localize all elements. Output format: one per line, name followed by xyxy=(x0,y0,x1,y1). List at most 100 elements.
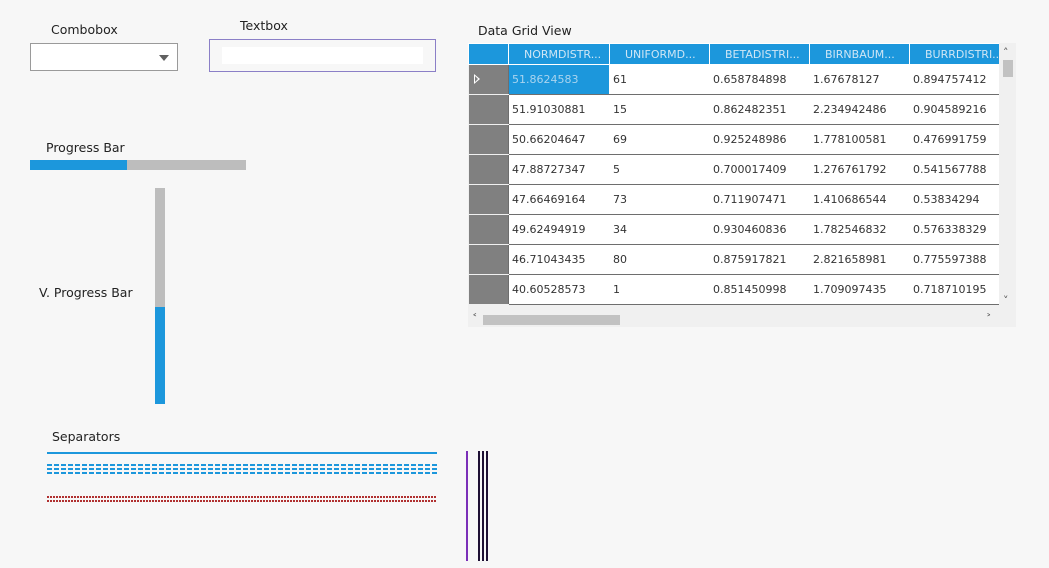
combobox[interactable] xyxy=(30,43,178,71)
table-row[interactable]: 47.88727347 5 0.700017409 1.276761792 0.… xyxy=(468,154,999,185)
table-cell[interactable]: 61 xyxy=(609,64,710,95)
table-cell[interactable]: 2.821658981 xyxy=(809,244,910,275)
table-cell[interactable]: 0.718710195 xyxy=(909,274,999,305)
column-header-label: BURRDISTRI... xyxy=(925,47,999,61)
separator-dashed xyxy=(47,464,437,466)
column-header-label: BIRNBAUM... xyxy=(825,47,895,61)
row-header[interactable] xyxy=(468,94,509,125)
current-row-icon xyxy=(473,74,480,84)
table-cell[interactable]: 0.925248986 xyxy=(709,124,810,155)
table-cell[interactable]: 1 xyxy=(609,274,710,305)
row-header[interactable] xyxy=(468,184,509,215)
vertical-separator-purple xyxy=(466,451,468,561)
table-cell[interactable]: 46.71043435 xyxy=(508,244,610,275)
separator-dotted xyxy=(47,500,437,502)
table-cell[interactable]: 0.53834294 xyxy=(909,184,999,215)
row-header[interactable] xyxy=(468,244,509,275)
scroll-up-icon[interactable]: ˄ xyxy=(1003,47,1009,58)
table-row[interactable]: 40.60528573 1 0.851450998 1.709097435 0.… xyxy=(468,274,999,305)
row-header[interactable] xyxy=(468,124,509,155)
table-row[interactable]: 49.62494919 34 0.930460836 1.782546832 0… xyxy=(468,214,999,245)
table-cell[interactable]: 1.276761792 xyxy=(809,154,910,185)
table-cell[interactable]: 1.410686544 xyxy=(809,184,910,215)
column-header[interactable]: BIRNBAUM... xyxy=(809,43,910,65)
data-grid-view[interactable]: NORMDISTR... UNIFORMD... BETADISTRI... B… xyxy=(468,43,1016,327)
vertical-separator-dark xyxy=(486,451,488,561)
textbox-label: Textbox xyxy=(240,18,288,33)
table-cell[interactable]: 0.576338329 xyxy=(909,214,999,245)
table-cell[interactable]: 47.66469164 xyxy=(508,184,610,215)
table-row[interactable]: 50.66204647 69 0.925248986 1.778100581 0… xyxy=(468,124,999,155)
column-header-label: BETADISTRI... xyxy=(725,47,800,61)
column-header[interactable]: BURRDISTRI... xyxy=(909,43,999,65)
column-header[interactable]: BETADISTRI... xyxy=(709,43,810,65)
vertical-scrollbar-thumb[interactable] xyxy=(1003,60,1013,77)
table-row[interactable]: 46.71043435 80 0.875917821 2.821658981 0… xyxy=(468,244,999,275)
table-cell[interactable]: 0.658784898 xyxy=(709,64,810,95)
table-cell[interactable]: 47.88727347 xyxy=(508,154,610,185)
table-cell[interactable]: 5 xyxy=(609,154,710,185)
horizontal-scrollbar[interactable]: ˂ ˃ xyxy=(468,310,999,327)
table-cell[interactable]: 0.476991759 xyxy=(909,124,999,155)
row-header[interactable] xyxy=(468,64,509,95)
column-header-label: NORMDISTR... xyxy=(524,47,602,61)
table-cell[interactable]: 0.862482351 xyxy=(709,94,810,125)
table-cell[interactable]: 2.234942486 xyxy=(809,94,910,125)
table-cell[interactable]: 34 xyxy=(609,214,710,245)
table-cell[interactable]: 40.60528573 xyxy=(508,274,610,305)
table-cell[interactable]: 1.709097435 xyxy=(809,274,910,305)
row-header[interactable] xyxy=(468,154,509,185)
separator-dashed xyxy=(47,468,437,470)
table-cell[interactable]: 0.700017409 xyxy=(709,154,810,185)
vertical-progress-bar xyxy=(155,188,165,404)
progress-bar xyxy=(30,160,246,170)
table-cell[interactable]: 0.711907471 xyxy=(709,184,810,215)
vertical-separator-dark xyxy=(478,451,480,561)
table-cell[interactable]: 51.8624583 xyxy=(508,64,610,95)
vertical-scrollbar[interactable]: ˄ ˅ xyxy=(999,43,1016,310)
table-cell[interactable]: 69 xyxy=(609,124,710,155)
vertical-separator-dark xyxy=(482,451,484,561)
table-cell[interactable]: 15 xyxy=(609,94,710,125)
table-cell[interactable]: 1.778100581 xyxy=(809,124,910,155)
scroll-down-icon[interactable]: ˅ xyxy=(1003,295,1009,306)
scroll-left-icon[interactable]: ˂ xyxy=(472,313,478,324)
scroll-right-icon[interactable]: ˃ xyxy=(986,313,992,324)
table-cell[interactable]: 0.851450998 xyxy=(709,274,810,305)
table-row[interactable]: 51.8624583 61 0.658784898 1.67678127 0.8… xyxy=(468,64,999,95)
horizontal-scrollbar-thumb[interactable] xyxy=(483,315,620,325)
v-progress-bar-label: V. Progress Bar xyxy=(39,285,133,300)
textbox-input[interactable] xyxy=(222,47,423,64)
chevron-down-icon[interactable] xyxy=(159,55,169,61)
row-header[interactable] xyxy=(468,214,509,245)
table-cell[interactable]: 73 xyxy=(609,184,710,215)
table-cell[interactable]: 49.62494919 xyxy=(508,214,610,245)
data-grid-table: NORMDISTR... UNIFORMD... BETADISTRI... B… xyxy=(468,43,999,305)
table-cell[interactable]: 1.67678127 xyxy=(809,64,910,95)
separator-solid xyxy=(47,452,437,454)
textbox-frame xyxy=(209,39,436,72)
separator-dashed xyxy=(47,472,437,474)
column-header[interactable]: UNIFORMD... xyxy=(609,43,710,65)
table-cell[interactable]: 50.66204647 xyxy=(508,124,610,155)
data-grid-label: Data Grid View xyxy=(478,23,572,38)
table-cell[interactable]: 0.904589216 xyxy=(909,94,999,125)
separators-label: Separators xyxy=(52,429,121,444)
table-row[interactable]: 51.91030881 15 0.862482351 2.234942486 0… xyxy=(468,94,999,125)
progress-bar-fill xyxy=(30,160,128,170)
table-cell[interactable]: 51.91030881 xyxy=(508,94,610,125)
table-cell[interactable]: 0.775597388 xyxy=(909,244,999,275)
table-cell[interactable]: 0.875917821 xyxy=(709,244,810,275)
table-cell[interactable]: 80 xyxy=(609,244,710,275)
separator-dotted xyxy=(47,496,437,498)
column-header[interactable]: NORMDISTR... xyxy=(508,43,610,65)
row-header[interactable] xyxy=(468,274,509,305)
combobox-label: Combobox xyxy=(51,22,118,37)
table-cell[interactable]: 1.782546832 xyxy=(809,214,910,245)
data-grid-header-row: NORMDISTR... UNIFORMD... BETADISTRI... B… xyxy=(468,43,999,65)
table-row[interactable]: 47.66469164 73 0.711907471 1.410686544 0… xyxy=(468,184,999,215)
table-cell[interactable]: 0.541567788 xyxy=(909,154,999,185)
table-cell[interactable]: 0.894757412 xyxy=(909,64,999,95)
table-cell[interactable]: 0.930460836 xyxy=(709,214,810,245)
data-grid-corner-header[interactable] xyxy=(468,43,509,65)
